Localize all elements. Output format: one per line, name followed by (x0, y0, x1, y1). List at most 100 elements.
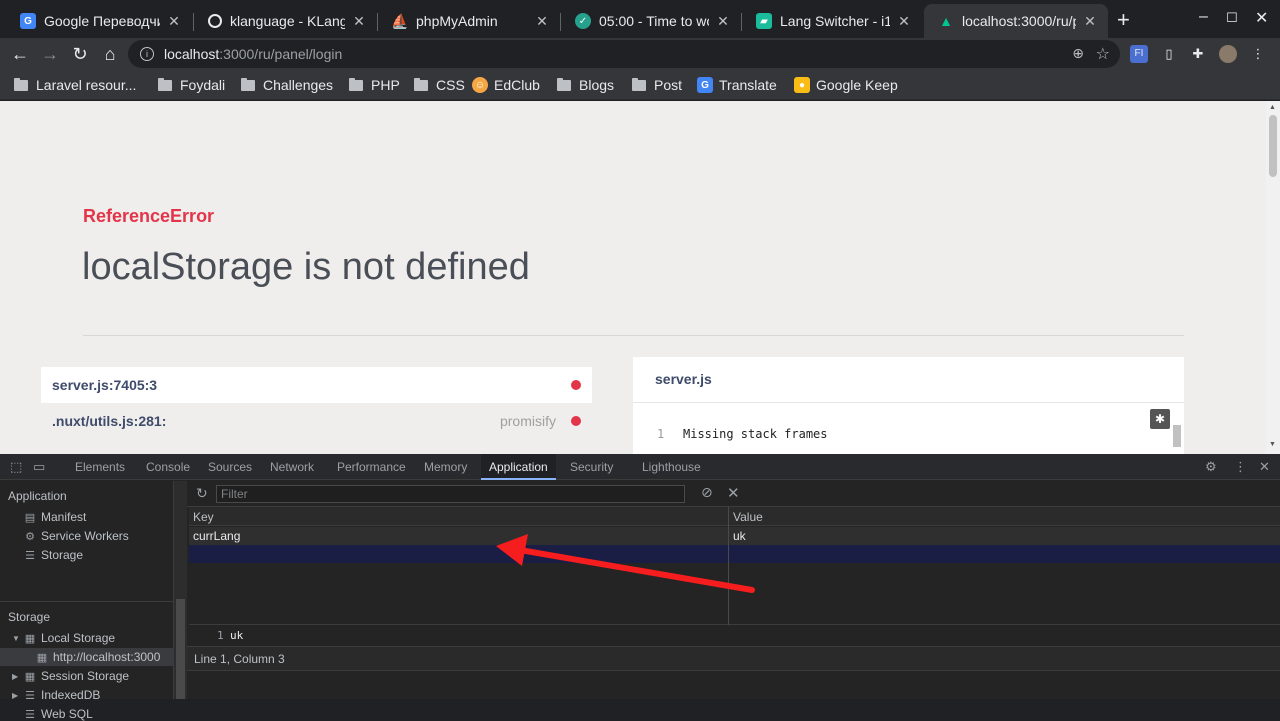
bookmark-foydali[interactable]: Foydali (158, 76, 225, 94)
browser-tab-google-translate[interactable]: G Google Переводчи ✕ (6, 4, 192, 38)
bookmark-star-icon[interactable]: ☆ (1096, 44, 1110, 64)
phpmyadmin-icon: ⛵ (391, 12, 409, 29)
address-bar[interactable]: i localhost:3000/ru/panel/login ⊕ ☆ (128, 40, 1120, 68)
bookmark-google-keep[interactable]: ● Google Keep (794, 76, 898, 94)
bookmark-php[interactable]: PHP (349, 76, 400, 94)
refresh-icon[interactable]: ↻ (196, 485, 208, 502)
extension-fi-icon[interactable]: FI (1130, 45, 1148, 63)
bookmark-post[interactable]: Post (632, 76, 682, 94)
devtools-tab-memory[interactable]: Memory (416, 454, 475, 480)
scrollbar-thumb[interactable] (1269, 115, 1277, 177)
new-tab-button[interactable]: + (1117, 8, 1130, 32)
close-icon[interactable]: ✕ (896, 13, 912, 30)
gear-icon: ⚙ (25, 530, 35, 543)
column-value[interactable]: Value (733, 510, 763, 524)
close-icon[interactable]: ✕ (534, 13, 550, 30)
code-panel: server.js ✱ 1 Missing stack frames (633, 357, 1184, 454)
table-row-new-entry[interactable] (189, 545, 1280, 563)
collapsed-arrow-icon[interactable]: ▶ (12, 672, 22, 681)
devtools-tab-security[interactable]: Security (562, 454, 621, 480)
row-value: uk (733, 529, 746, 543)
bookmark-css[interactable]: CSS (414, 76, 465, 94)
stack-frame-utils[interactable]: .nuxt/utils.js:281: promisify (41, 403, 592, 439)
browser-tab-localhost[interactable]: ▲ localhost:3000/ru/p ✕ (924, 4, 1108, 38)
maximize-button[interactable]: ☐ (1226, 10, 1238, 26)
home-button[interactable]: ⌂ (98, 42, 122, 66)
address-url: localhost:3000/ru/panel/login (164, 46, 343, 62)
close-icon[interactable]: ✕ (1082, 13, 1098, 30)
filter-input[interactable] (216, 485, 685, 503)
scroll-down-icon[interactable]: ▼ (1269, 441, 1276, 448)
page-scrollbar[interactable]: ▲ ▼ (1266, 101, 1280, 454)
devtools-tab-console[interactable]: Console (138, 454, 198, 480)
sidebar-item-indexeddb[interactable]: ▶ ☰ IndexedDB (12, 688, 100, 702)
profile-avatar[interactable] (1219, 45, 1237, 63)
menu-kebab-icon[interactable]: ⋮ (1249, 45, 1267, 63)
sidebar-item-web-sql[interactable]: ☰ Web SQL (24, 707, 93, 721)
zoom-icon[interactable]: ⊕ (1072, 45, 1084, 62)
scrollbar-thumb[interactable] (1173, 425, 1181, 447)
devtools-tab-performance[interactable]: Performance (329, 454, 414, 480)
section-application: Application (8, 489, 67, 503)
delete-selected-icon[interactable]: ✕ (727, 484, 740, 502)
sidebar-item-storage[interactable]: ☰ Storage (24, 548, 83, 562)
inspect-element-icon[interactable]: ⬚ (10, 459, 22, 475)
sidebar-item-localhost-origin[interactable]: ▦ http://localhost:3000 (0, 648, 174, 666)
divider (83, 335, 1184, 336)
devtools-tab-application[interactable]: Application (481, 454, 556, 480)
bookmark-edclub[interactable]: ☺ EdClub (472, 76, 540, 94)
bookmark-challenges[interactable]: Challenges (241, 76, 333, 94)
column-key[interactable]: Key (193, 510, 214, 524)
folder-icon (241, 77, 255, 91)
expanded-arrow-icon[interactable]: ▼ (12, 634, 22, 643)
browser-tab-klanguage[interactable]: klanguage - KLangu ✕ (194, 4, 377, 38)
close-icon[interactable]: ✕ (351, 13, 367, 30)
device-toolbar-icon[interactable]: ▭ (33, 459, 45, 475)
table-row[interactable]: currLang uk (189, 527, 1280, 545)
cursor-status: Line 1, Column 3 (187, 647, 1280, 671)
browser-tab-phpmyadmin[interactable]: ⛵ phpMyAdmin ✕ (378, 4, 560, 38)
nuxt-icon: ▲ (939, 13, 953, 29)
sidebar-item-service-workers[interactable]: ⚙ Service Workers (24, 529, 129, 543)
preview-value[interactable]: uk (230, 629, 243, 642)
devtools-tab-network[interactable]: Network (262, 454, 322, 480)
sidebar-item-manifest[interactable]: ▤ Manifest (24, 510, 87, 524)
close-window-button[interactable]: ✕ (1255, 8, 1268, 28)
scrollbar-thumb[interactable] (176, 599, 185, 699)
clear-all-icon[interactable]: ⊘ (701, 484, 713, 501)
site-info-icon[interactable]: i (140, 47, 154, 61)
extension-phone-icon[interactable]: ▯ (1160, 45, 1178, 63)
column-divider[interactable] (728, 507, 729, 625)
application-sidebar: Application ▤ Manifest ⚙ Service Workers ☰… (0, 481, 174, 721)
devtools-tab-sources[interactable]: Sources (200, 454, 260, 480)
stack-frame-server[interactable]: server.js:7405:3 (41, 367, 592, 403)
browser-tab-time-to-work[interactable]: ✓ 05:00 - Time to worl ✕ (561, 4, 741, 38)
sidebar-item-local-storage[interactable]: ▼ ▦ Local Storage (12, 631, 115, 645)
globe-icon (208, 14, 222, 28)
back-button[interactable]: ← (8, 42, 32, 66)
minimize-button[interactable]: – (1199, 8, 1208, 26)
settings-gear-icon[interactable]: ⚙ (1205, 459, 1217, 475)
close-icon[interactable]: ✕ (166, 13, 182, 30)
bookmark-blogs[interactable]: Blogs (557, 76, 614, 94)
forward-button[interactable]: → (38, 42, 62, 66)
devtools-tab-bar: ⬚ ▭ Elements Console Sources Network Per… (0, 454, 1280, 480)
reload-button[interactable]: ↻ (68, 42, 92, 66)
close-devtools-icon[interactable]: ✕ (1259, 459, 1270, 475)
close-icon[interactable]: ✕ (715, 13, 731, 30)
sidebar-scrollbar[interactable] (174, 481, 187, 699)
devtools-menu-icon[interactable]: ⋮ (1234, 459, 1247, 475)
bookmark-laravel-resources[interactable]: Laravel resour... (14, 76, 136, 94)
browser-tab-lang-switcher[interactable]: ▰ Lang Switcher - i18 ✕ (742, 4, 922, 38)
extensions-puzzle-icon[interactable]: ✚ (1189, 45, 1207, 63)
devtools-tab-lighthouse[interactable]: Lighthouse (634, 454, 709, 480)
error-message: localStorage is not defined (82, 246, 530, 288)
screenshot-icon[interactable]: ✱ (1150, 409, 1170, 429)
storage-table: Key Value currLang uk (189, 507, 1280, 625)
sidebar-item-session-storage[interactable]: ▶ ▦ Session Storage (12, 669, 129, 683)
code-scrollbar[interactable] (1172, 409, 1182, 454)
devtools-tab-elements[interactable]: Elements (67, 454, 133, 480)
scroll-up-icon[interactable]: ▲ (1269, 104, 1276, 111)
bookmark-translate[interactable]: G Translate (697, 76, 777, 94)
collapsed-arrow-icon[interactable]: ▶ (12, 691, 22, 700)
